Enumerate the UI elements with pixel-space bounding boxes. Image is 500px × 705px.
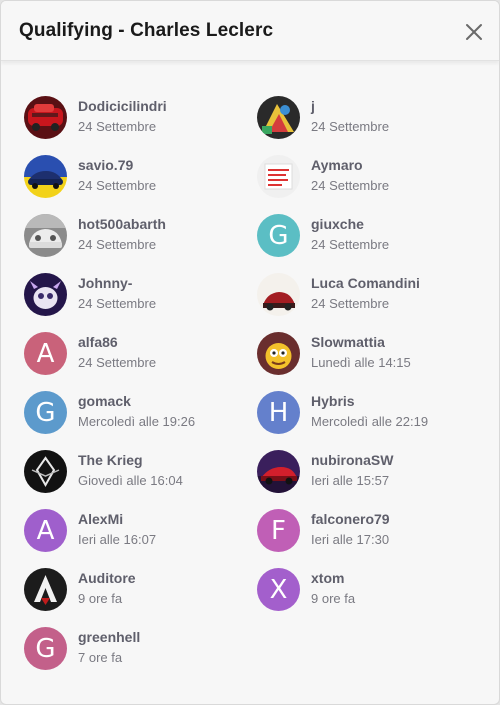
user-name-link[interactable]: greenhell: [78, 629, 140, 645]
user-name-link[interactable]: nubironaSW: [311, 452, 393, 468]
user-list-item[interactable]: Ggiuxche 24 Settembre: [257, 214, 482, 264]
like-date: 24 Settembre: [78, 355, 157, 370]
user-list-item[interactable]: Luca Comandini 24 Settembre: [257, 273, 482, 323]
user-name-link[interactable]: Aymaro: [311, 157, 363, 173]
like-date: 9 ore fa: [78, 591, 123, 606]
avatar[interactable]: G: [257, 214, 300, 257]
avatar[interactable]: [24, 96, 67, 139]
like-date: Lunedì alle 14:15: [311, 355, 411, 370]
like-date: 7 ore fa: [78, 650, 123, 665]
avatar[interactable]: [24, 214, 67, 257]
like-date: 24 Settembre: [78, 296, 157, 311]
user-name-link[interactable]: Luca Comandini: [311, 275, 420, 291]
user-name-link[interactable]: The Krieg: [78, 452, 143, 468]
user-list-item[interactable]: Xxtom 9 ore fa: [257, 568, 482, 618]
avatar[interactable]: [257, 273, 300, 316]
like-date: 9 ore fa: [311, 591, 356, 606]
avatar[interactable]: [257, 96, 300, 139]
user-list-item[interactable]: Ggomack Mercoledì alle 19:26: [24, 391, 249, 441]
like-date: 24 Settembre: [78, 178, 157, 193]
user-list-item[interactable]: Aymaro 24 Settembre: [257, 155, 482, 205]
user-name-link[interactable]: Hybris: [311, 393, 355, 409]
avatar[interactable]: H: [257, 391, 300, 434]
user-list-item[interactable]: H Hybris Mercoledì alle 22:19: [257, 391, 482, 441]
user-list-item[interactable]: Aalfa86 24 Settembre: [24, 332, 249, 382]
user-list-item[interactable]: Slowmattia Lunedì alle 14:15: [257, 332, 482, 382]
avatar[interactable]: [24, 155, 67, 198]
user-list-item[interactable]: The Krieg Giovedì alle 16:04: [24, 450, 249, 500]
like-date: Ieri alle 15:57: [311, 473, 390, 488]
user-list-item[interactable]: savio.79 24 Settembre: [24, 155, 249, 205]
avatar[interactable]: [24, 450, 67, 493]
close-icon: [466, 24, 482, 40]
like-date: 24 Settembre: [78, 119, 157, 134]
avatar[interactable]: [257, 450, 300, 493]
user-name-link[interactable]: giuxche: [311, 216, 364, 232]
like-date: Giovedì alle 16:04: [78, 473, 183, 488]
like-date: Ieri alle 16:07: [78, 532, 157, 547]
user-name-link[interactable]: gomack: [78, 393, 131, 409]
user-list-item[interactable]: j 24 Settembre: [257, 96, 482, 146]
modal-title: Qualifying - Charles Leclerc: [19, 20, 274, 41]
user-name-link[interactable]: AlexMi: [78, 511, 123, 527]
avatar[interactable]: G: [24, 627, 67, 670]
user-list-item[interactable]: nubironaSW Ieri alle 15:57: [257, 450, 482, 500]
user-name-link[interactable]: alfa86: [78, 334, 118, 350]
user-list-item[interactable]: Dodicicilindri 24 Settembre: [24, 96, 249, 146]
user-list-item[interactable]: hot500abarth 24 Settembre: [24, 214, 249, 264]
user-name-link[interactable]: j: [311, 98, 315, 114]
avatar-letter: X: [269, 574, 288, 605]
avatar[interactable]: X: [257, 568, 300, 611]
avatar-letter: H: [268, 397, 289, 428]
avatar[interactable]: [257, 332, 300, 375]
user-list-item[interactable]: Ggreenhell 7 ore fa: [24, 627, 249, 677]
avatar[interactable]: G: [24, 391, 67, 434]
avatar-letter: A: [36, 338, 55, 369]
user-list-item[interactable]: Auditore 9 ore fa: [24, 568, 249, 618]
avatar[interactable]: F: [257, 509, 300, 552]
like-date: Mercoledì alle 19:26: [78, 414, 196, 429]
user-name-link[interactable]: hot500abarth: [78, 216, 166, 232]
user-name-link[interactable]: falconero79: [311, 511, 390, 527]
like-date: 24 Settembre: [311, 178, 390, 193]
avatar[interactable]: A: [24, 509, 67, 552]
likes-modal: Qualifying - Charles Leclerc Dodicicilin…: [0, 0, 500, 705]
avatar-letter: G: [35, 633, 56, 664]
avatar[interactable]: [257, 155, 300, 198]
like-date: Ieri alle 17:30: [311, 532, 390, 547]
user-list-item[interactable]: Johnny- 24 Settembre: [24, 273, 249, 323]
avatar-letter: F: [271, 515, 286, 546]
modal-header: Qualifying - Charles Leclerc: [1, 1, 499, 61]
like-date: 24 Settembre: [78, 237, 157, 252]
user-name-link[interactable]: xtom: [311, 570, 344, 586]
like-date: 24 Settembre: [311, 119, 390, 134]
like-date: 24 Settembre: [311, 296, 390, 311]
like-date: Mercoledì alle 22:19: [311, 414, 429, 429]
like-date: 24 Settembre: [311, 237, 390, 252]
avatar[interactable]: [24, 568, 67, 611]
user-name-link[interactable]: savio.79: [78, 157, 133, 173]
user-name-link[interactable]: Johnny-: [78, 275, 132, 291]
user-name-link[interactable]: Slowmattia: [311, 334, 385, 350]
avatar[interactable]: [24, 273, 67, 316]
user-list-item[interactable]: Ffalconero79 Ieri alle 17:30: [257, 509, 482, 559]
avatar-letter: A: [36, 515, 55, 546]
user-name-link[interactable]: Auditore: [78, 570, 136, 586]
avatar[interactable]: A: [24, 332, 67, 375]
avatar-letter: G: [268, 220, 289, 251]
user-name-link[interactable]: Dodicicilindri: [78, 98, 167, 114]
avatar-letter: G: [35, 397, 56, 428]
close-button[interactable]: [461, 19, 487, 45]
user-list-item[interactable]: A AlexMi Ieri alle 16:07: [24, 509, 249, 559]
